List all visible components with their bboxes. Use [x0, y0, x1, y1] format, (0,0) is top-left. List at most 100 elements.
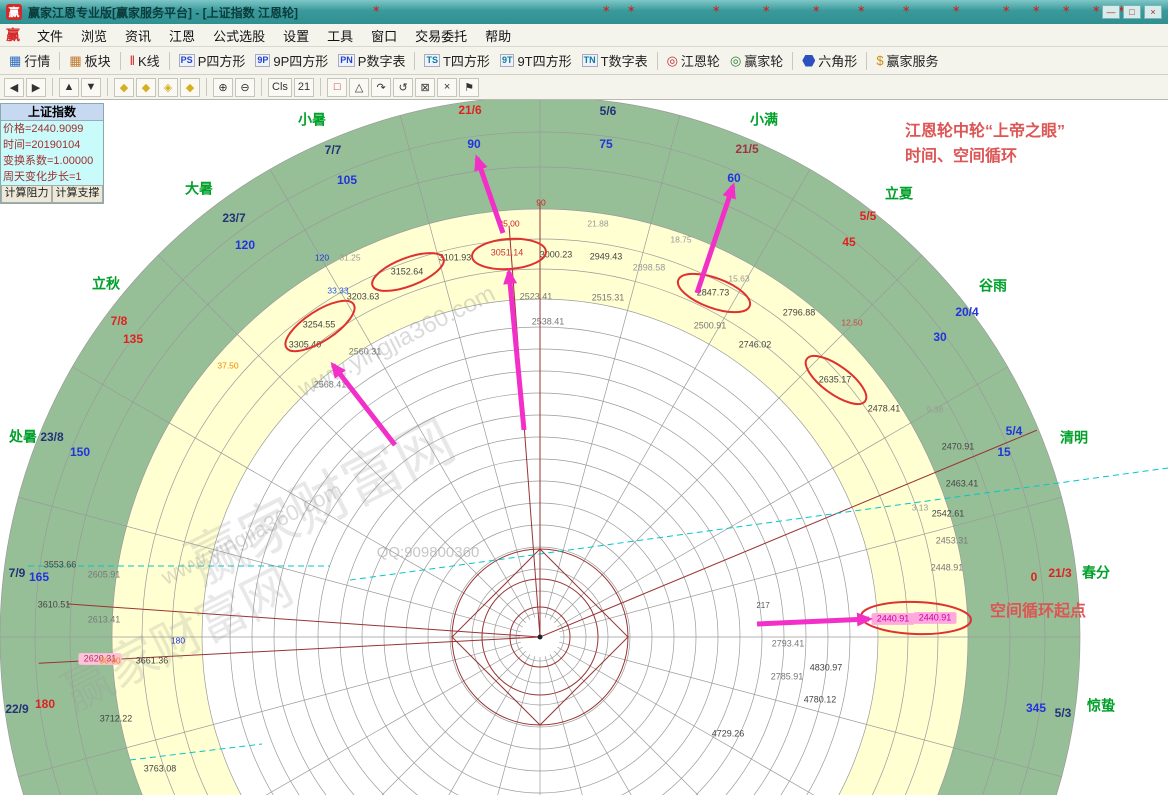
arc-tool[interactable]: ↷	[371, 78, 391, 97]
zoom-out-button[interactable]: ⊖	[235, 78, 255, 97]
titlebar-mark: ∗	[952, 4, 960, 15]
toolbar-item[interactable]: ‖K线	[125, 49, 165, 72]
t-number-table-icon: TN	[582, 54, 598, 67]
toolbar-item[interactable]: ▦行情	[4, 49, 55, 72]
toolbar-separator	[107, 78, 108, 96]
wheel-number: 15.63	[728, 273, 750, 283]
menu-item[interactable]: 公式选股	[204, 24, 274, 47]
forward-button[interactable]: ▶	[26, 78, 46, 97]
wheel-outer-label: 小满	[750, 112, 778, 128]
rotate-tool[interactable]: ↺	[393, 78, 413, 97]
toolbar-item[interactable]: 9P9P四方形	[250, 49, 333, 72]
annotation-text: 江恩轮中轮“上帝之眼”	[905, 121, 1065, 140]
wheel-number: 18.75	[670, 234, 692, 244]
toolbar-item[interactable]: TST四方形	[419, 49, 494, 72]
gann-wheel-svg[interactable]: 赢家财富网www.yingjia360.com赢家财富网www.yingjia3…	[0, 100, 1168, 795]
toolbar-item-label: 板块	[85, 51, 111, 70]
calendar-21-button[interactable]: 21	[294, 78, 314, 97]
boxed-x-tool[interactable]: ⊠	[415, 78, 435, 97]
maximize-button[interactable]: □	[1123, 5, 1141, 19]
menu-item[interactable]: 交易委托	[406, 24, 476, 47]
wheel-outer-label: 90	[467, 137, 481, 151]
wheel-outer-label: 5/3	[1055, 706, 1072, 720]
sectors-icon: ▦	[69, 54, 81, 67]
wheel-number: 2847.73	[697, 287, 730, 297]
wheel-outer-label: 135	[123, 332, 143, 346]
wheel-number: 3152.64	[391, 266, 424, 276]
info-buttons: 计算阻力计算支撑	[1, 185, 103, 203]
wheel-number: 2785.91	[771, 671, 804, 681]
wheel-number: 2949.43	[590, 251, 623, 261]
wheel-outer-label: 20/4	[955, 305, 979, 319]
rect-tool[interactable]: □	[327, 78, 347, 97]
diamond-tool-1[interactable]: ◆	[114, 78, 134, 97]
diamond-tool-2[interactable]: ◆	[136, 78, 156, 97]
wheel-outer-label: 0	[1031, 570, 1038, 584]
wheel-number: 2453.31	[936, 535, 969, 545]
toolbar-separator	[866, 52, 867, 70]
wheel-number: 2515.31	[592, 292, 625, 302]
back-button[interactable]: ◀	[4, 78, 24, 97]
menu-item[interactable]: 资讯	[116, 24, 160, 47]
toolbar-item[interactable]: PSP四方形	[174, 49, 251, 72]
toolbar-item-label: 江恩轮	[681, 51, 720, 70]
clear-button[interactable]: Cls	[268, 78, 292, 97]
toolbar-item[interactable]: ◎赢家轮	[725, 49, 788, 72]
titlebar-mark: ∗	[812, 4, 820, 15]
flag-tool[interactable]: ⚑	[459, 78, 479, 97]
wheel-number: 2448.91	[931, 562, 964, 572]
toolbar-item[interactable]: 六角形	[797, 49, 862, 72]
titlebar-mark: ∗	[602, 4, 610, 15]
toolbar-item-label: P四方形	[198, 51, 246, 70]
menu-item[interactable]: 工具	[318, 24, 362, 47]
minimize-button[interactable]: —	[1102, 5, 1120, 19]
toolbar-separator	[59, 52, 60, 70]
titlebar-mark: ∗	[712, 4, 720, 15]
wheel-number: 2898.58	[633, 262, 666, 272]
chart-canvas[interactable]: 赢家财富网www.yingjia360.com赢家财富网www.yingjia3…	[0, 100, 1168, 795]
wheel-outer-label: 15	[997, 445, 1011, 459]
diamond-tool-4[interactable]: ◆	[180, 78, 200, 97]
info-rows: 价格=2440.9099时间=20190104变换系数=1.00000周天变化步…	[1, 121, 103, 185]
toolbar-item[interactable]: $赢家服务	[871, 49, 943, 72]
toolbar-item-label: 行情	[24, 51, 50, 70]
toolbar-item[interactable]: 9T9T四方形	[495, 49, 577, 72]
titlebar-mark: ∗	[1002, 4, 1010, 15]
wheel-outer-label: 小暑	[298, 112, 326, 128]
wheel-number: 4780.12	[804, 694, 837, 704]
filter-tool[interactable]: ▼	[81, 78, 101, 97]
toolbar-item[interactable]: ◎江恩轮	[662, 49, 725, 72]
wheel-outer-label: 60	[727, 171, 741, 185]
titlebar-mark: ∗	[627, 4, 635, 15]
menu-item[interactable]: 设置	[274, 24, 318, 47]
toolbar-item[interactable]: TNT数字表	[577, 49, 653, 72]
wheel-number: 9.38	[927, 404, 944, 414]
cross-tool[interactable]: ×	[437, 78, 457, 97]
close-button[interactable]: ×	[1144, 5, 1162, 19]
wheel-number: 2463.41	[946, 478, 979, 488]
main-toolbar: ▦行情▦板块‖K线PSP四方形9P9P四方形PNP数字表TST四方形9T9T四方…	[0, 47, 1168, 75]
wheel-number: 4729.26	[712, 728, 745, 738]
triangle-tool[interactable]: △	[349, 78, 369, 97]
menu-item[interactable]: 文件	[28, 24, 72, 47]
toolbar-item[interactable]: ▦ 板块	[64, 49, 115, 72]
menu-item[interactable]: 帮助	[476, 24, 520, 47]
menu-item[interactable]: 窗口	[362, 24, 406, 47]
info-button[interactable]: 计算阻力	[1, 185, 52, 203]
toolbar-item-label: T数字表	[601, 51, 648, 70]
info-row: 变换系数=1.00000	[1, 153, 103, 169]
wheel-number: 2793.41	[772, 638, 805, 648]
quotes-grid-icon: ▦	[9, 54, 21, 67]
diamond-tool-3[interactable]: ◈	[158, 78, 178, 97]
info-button[interactable]: 计算支撑	[52, 185, 103, 203]
menu-item[interactable]: 江恩	[160, 24, 204, 47]
wheel-outer-label: 345	[1026, 701, 1046, 715]
menu-item[interactable]: 浏览	[72, 24, 116, 47]
toolbar-item[interactable]: PNP数字表	[333, 49, 410, 72]
pointer-tool[interactable]: ▲	[59, 78, 79, 97]
toolbar-separator	[320, 78, 321, 96]
kline-icon: ‖	[130, 54, 135, 67]
zoom-in-button[interactable]: ⊕	[213, 78, 233, 97]
wheel-number: 21.88	[587, 218, 609, 228]
toolbar-item-label: 9P四方形	[273, 51, 328, 70]
